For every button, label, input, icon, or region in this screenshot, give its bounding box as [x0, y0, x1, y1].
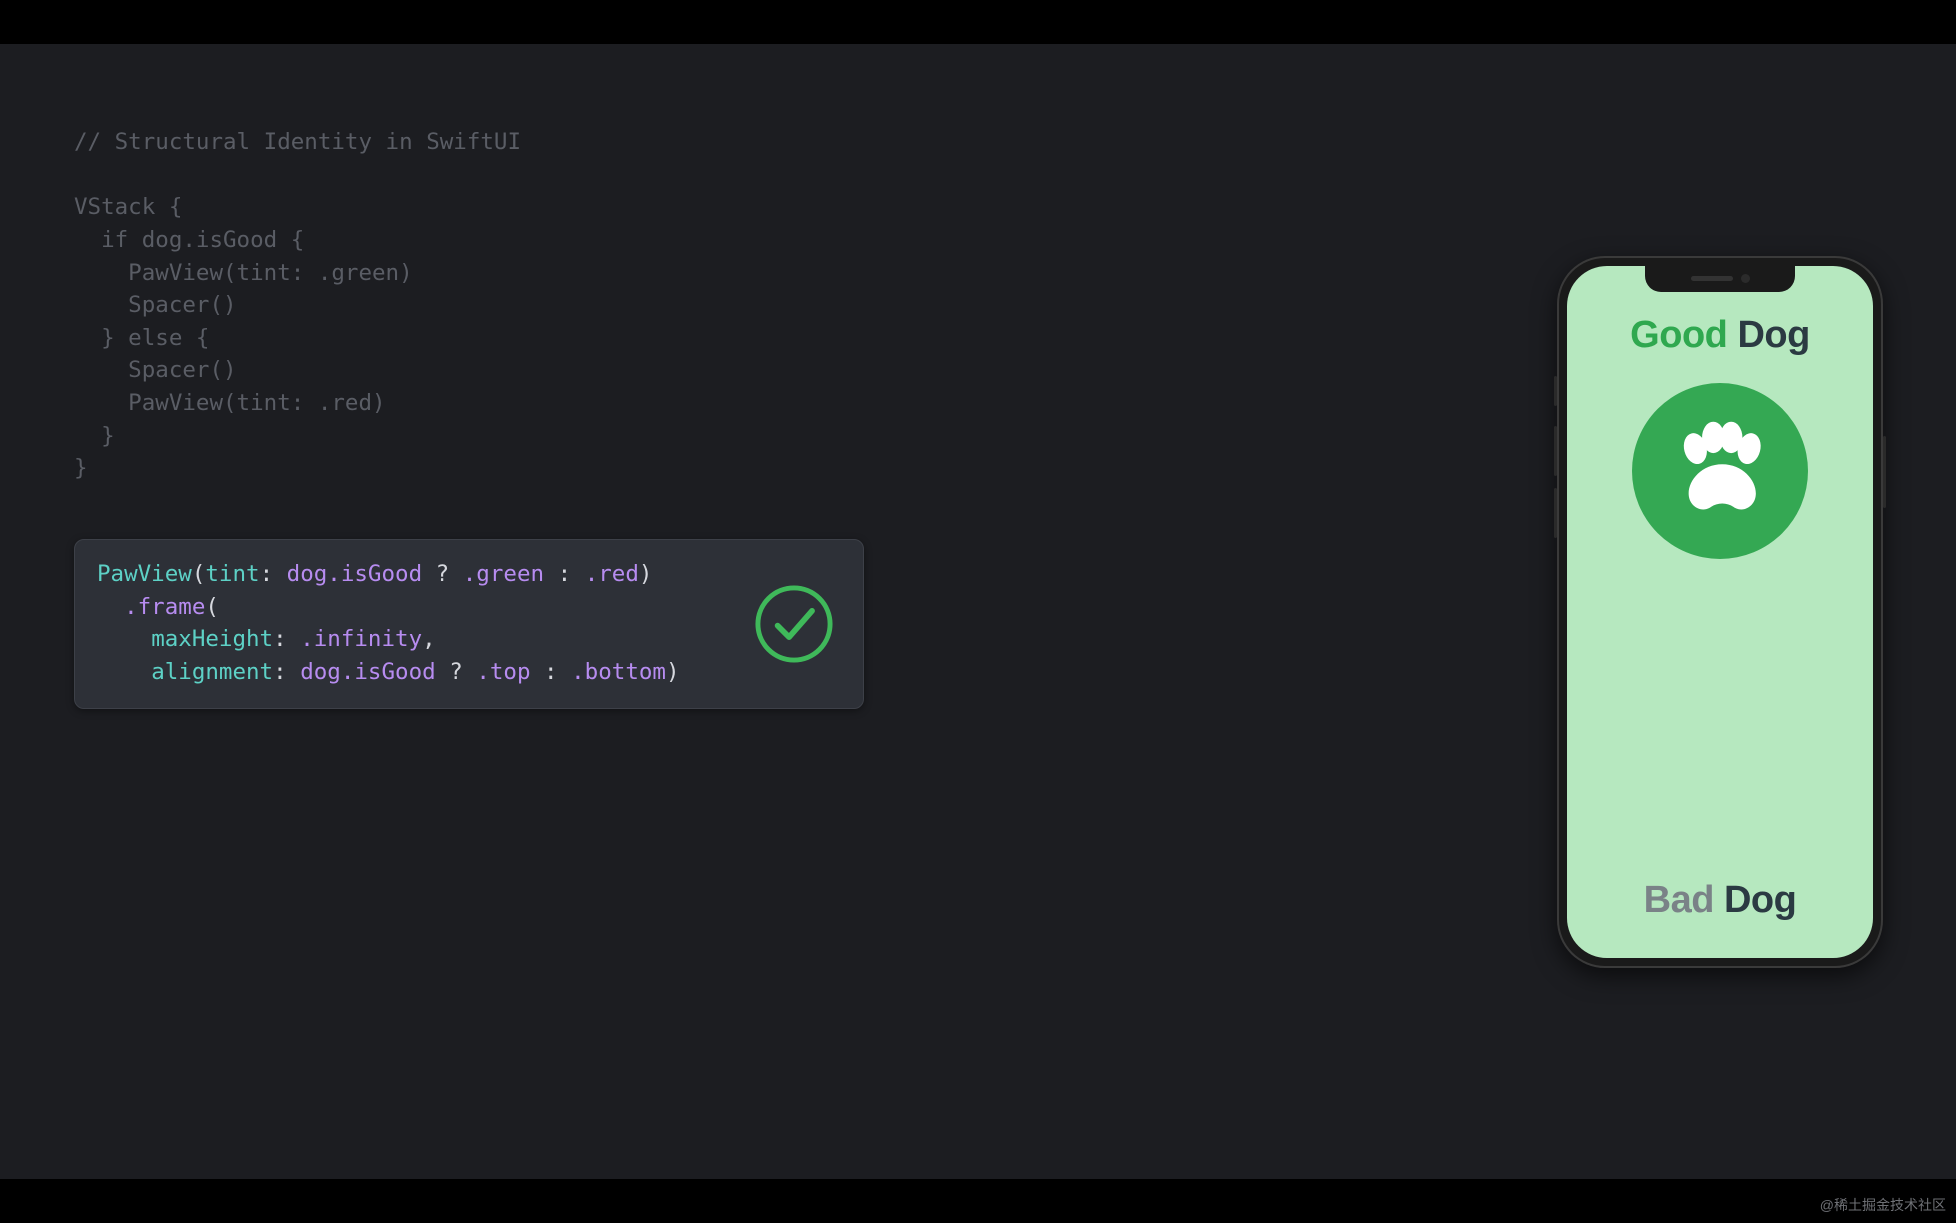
- tok-enum-green: .green: [463, 561, 544, 587]
- phone-camera-icon: [1741, 274, 1750, 283]
- slide-stage: // Structural Identity in SwiftUI VStack…: [0, 44, 1956, 1179]
- heading-bad-dog: Bad Dog: [1644, 879, 1797, 922]
- code-line: }: [74, 423, 115, 449]
- code-line: Spacer(): [74, 292, 237, 318]
- tok-paren: (: [192, 561, 206, 587]
- phone-power-button: [1883, 436, 1886, 508]
- tok-paren: (: [205, 594, 219, 620]
- tok-param-tint: tint: [205, 561, 259, 587]
- tok-colon: :: [273, 659, 300, 685]
- tok-ternary-colon: :: [544, 561, 585, 587]
- tok-dog-isgood: dog.isGood: [287, 561, 422, 587]
- phone-speaker: [1691, 276, 1733, 281]
- code-comment: // Structural Identity in SwiftUI: [74, 129, 521, 155]
- phone-notch: [1645, 266, 1795, 292]
- code-line: }: [74, 455, 88, 481]
- tok-ternary-colon: :: [531, 659, 572, 685]
- letterbox-bottom: [0, 1179, 1956, 1223]
- phone-mute-switch: [1554, 376, 1557, 406]
- tok-enum-red: .red: [585, 561, 639, 587]
- letterbox-top: [0, 0, 1956, 44]
- tok-colon: :: [273, 626, 300, 652]
- tok-dog-isgood: dog.isGood: [300, 659, 435, 685]
- code-block-highlighted: PawView(tint: dog.isGood ? .green : .red…: [74, 539, 864, 710]
- tok-comma: ,: [422, 626, 436, 652]
- tok-enum-top: .top: [476, 659, 530, 685]
- paw-view: [1632, 383, 1808, 559]
- heading-bad-word2: Dog: [1724, 879, 1796, 921]
- code-line: VStack {: [74, 194, 182, 220]
- heading-good-dog: Good Dog: [1630, 314, 1810, 357]
- iphone-frame: Good Dog: [1557, 256, 1883, 968]
- tok-type-pawview: PawView: [97, 561, 192, 587]
- tok-paren: ): [639, 561, 653, 587]
- code-line: if dog.isGood {: [74, 227, 304, 253]
- tok-nl: [97, 594, 124, 620]
- paw-icon: [1664, 415, 1776, 527]
- phone-volume-up: [1554, 426, 1557, 476]
- tok-param-maxheight: maxHeight: [151, 626, 273, 652]
- code-line: PawView(tint: .green): [74, 260, 413, 286]
- code-line: Spacer(): [74, 357, 237, 383]
- checkmark-icon: [753, 583, 835, 665]
- tok-enum-infinity: .infinity: [300, 626, 422, 652]
- tok-nl: [97, 659, 151, 685]
- tok-paren: ): [666, 659, 680, 685]
- tok-colon: :: [260, 561, 287, 587]
- tok-method-frame: .frame: [124, 594, 205, 620]
- tok-ternary-q: ?: [422, 561, 463, 587]
- tok-nl: [97, 626, 151, 652]
- watermark-text: @稀土掘金技术社区: [1820, 1195, 1946, 1215]
- tok-enum-bottom: .bottom: [571, 659, 666, 685]
- tok-ternary-q: ?: [436, 659, 477, 685]
- code-line: PawView(tint: .red): [74, 390, 386, 416]
- heading-bad-word1: Bad: [1644, 879, 1714, 921]
- code-pane: // Structural Identity in SwiftUI VStack…: [0, 44, 1526, 1179]
- tok-param-alignment: alignment: [151, 659, 273, 685]
- heading-good-word1: Good: [1630, 314, 1727, 356]
- phone-volume-down: [1554, 488, 1557, 538]
- code-line: } else {: [74, 325, 209, 351]
- app-content: Good Dog: [1567, 266, 1873, 958]
- device-pane: Good Dog: [1526, 44, 1956, 1179]
- highlighted-code: PawView(tint: dog.isGood ? .green : .red…: [97, 558, 839, 689]
- heading-good-word2: Dog: [1737, 314, 1809, 356]
- phone-screen: Good Dog: [1567, 266, 1873, 958]
- code-block-dimmed: // Structural Identity in SwiftUI VStack…: [74, 126, 1466, 485]
